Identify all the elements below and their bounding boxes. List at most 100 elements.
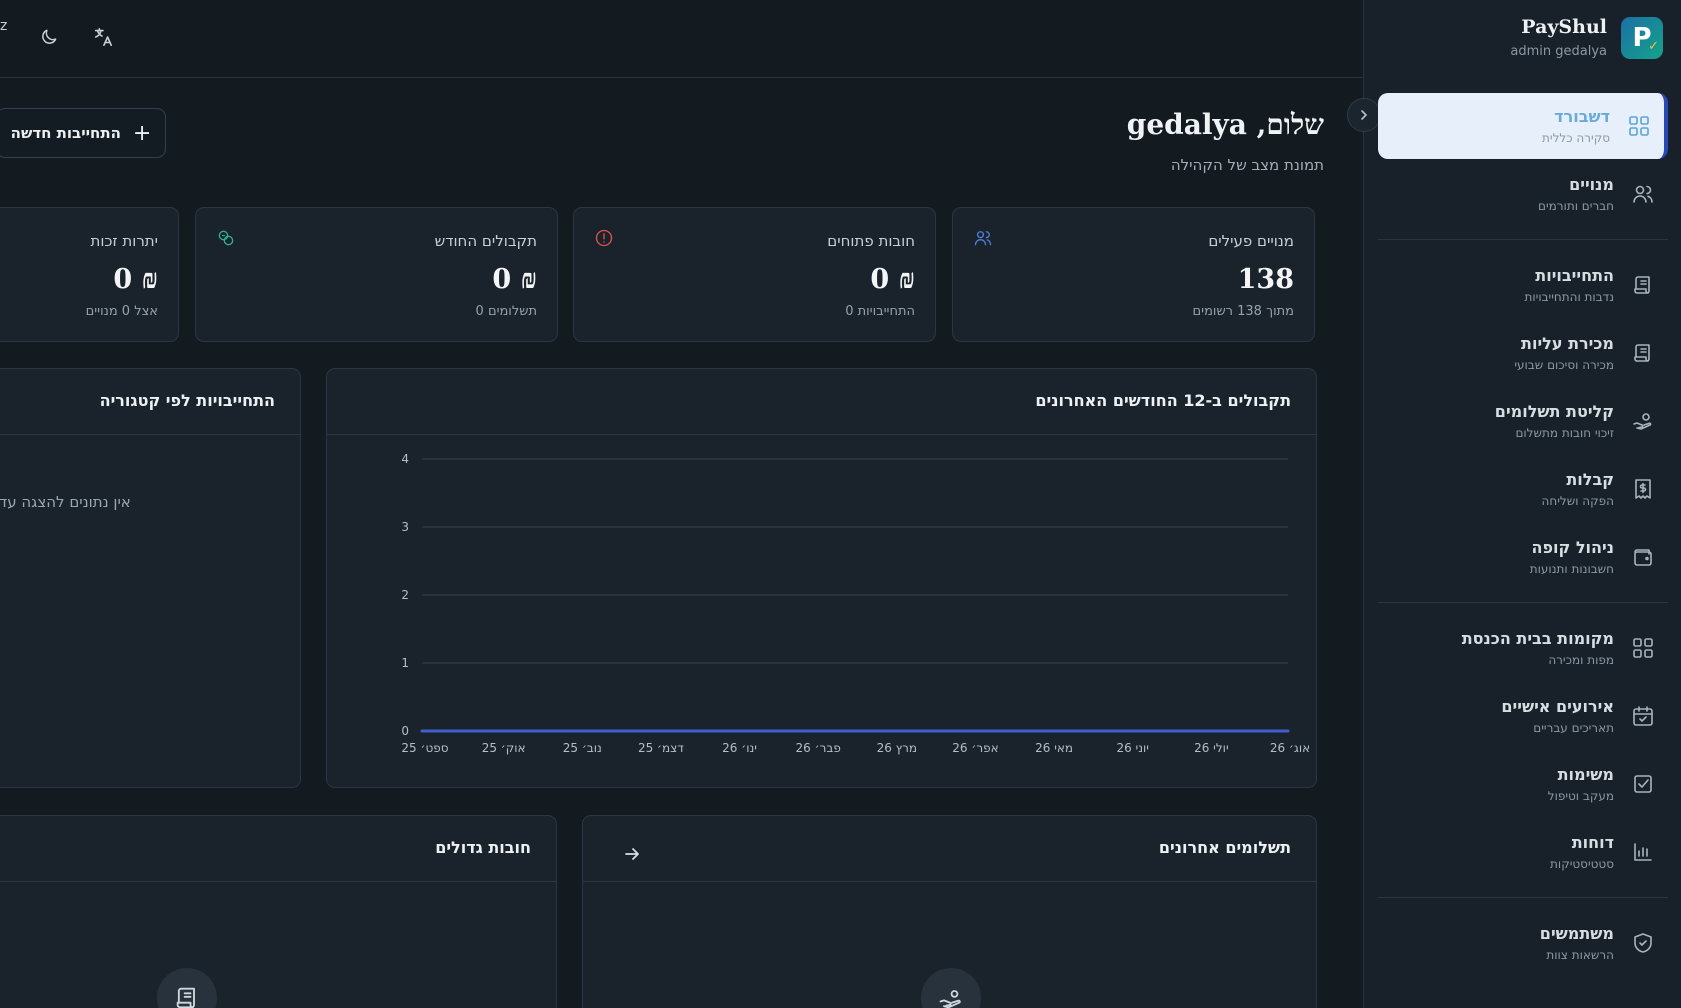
stat-icon <box>594 228 616 250</box>
sidebar-item-label: דוחות <box>1571 833 1614 852</box>
sidebar-item-sublabel: תאריכים עבריים <box>1533 721 1614 735</box>
series-point[interactable] <box>814 729 818 733</box>
stat-icon <box>973 228 995 250</box>
sidebar-item-8[interactable]: אירועים אישיים תאריכים עבריים <box>1378 683 1668 749</box>
moon-icon <box>42 29 57 44</box>
sidebar-item-sublabel: חברים ותורמים <box>1537 199 1614 213</box>
sidebar-divider <box>1378 239 1668 240</box>
stat-value: 0 ₪ <box>492 264 537 295</box>
seats-grid-icon <box>1633 638 1653 658</box>
sidebar: PayShul admin gedalya P ✓ דשבורד סקירה כל… <box>1347 0 1681 1008</box>
sidebar-item-label: מנויים <box>1569 175 1614 194</box>
series-point[interactable] <box>735 729 739 733</box>
bar-chart-icon <box>1634 843 1652 861</box>
receipts-line-chart: 0 1 2 3 4 ספט׳ 25 אוק׳ 25 נוב׳ 25 דצמ׳ 25 ינו׳ 26… <box>401 452 1310 755</box>
plus-icon: + <box>132 120 152 146</box>
stat-subtext: אצל 0 מנויים <box>85 304 158 319</box>
hand-coins-icon <box>939 990 961 1008</box>
series-point[interactable] <box>892 729 896 733</box>
series-point[interactable] <box>656 729 660 733</box>
scroll-icon <box>1634 344 1650 362</box>
sidebar-item-label: התחייבויות <box>1535 266 1614 285</box>
sidebar-item-4[interactable]: קליטת תשלומים זיכוי חובות מתשלום <box>1378 388 1668 454</box>
x-tick-label: פבר׳ 26 <box>796 741 841 755</box>
sidebar-item-icon <box>1630 771 1656 797</box>
users-icon <box>974 231 992 246</box>
new-pledge-label: התחייבות חדשה <box>10 124 121 142</box>
language-toggle[interactable] <box>90 24 116 50</box>
stat-card-1: חובות פתוחים 0 ₪ 0 התחייבויות <box>573 207 936 342</box>
sidebar-item-icon <box>1630 544 1656 570</box>
series-point[interactable] <box>420 729 424 733</box>
brand-user: admin gedalya <box>1510 44 1607 59</box>
series-point[interactable] <box>971 729 975 733</box>
alert-circle-icon <box>595 229 613 247</box>
sidebar-item-label: אירועים אישיים <box>1501 697 1614 716</box>
sidebar-item-9[interactable]: משימות מעקב וטיפול <box>1378 751 1668 817</box>
x-tick-label: ספט׳ 25 <box>401 741 448 755</box>
x-tick-label: אוג׳ 26 <box>1270 741 1310 755</box>
sidebar-item-2[interactable]: התחייבויות נדבות והתחייבויות <box>1378 252 1668 318</box>
sidebar-item-6[interactable]: ניהול קופה חשבונות ותנועות <box>1378 524 1668 590</box>
sidebar-item-0[interactable]: דשבורד סקירה כללית <box>1378 93 1668 159</box>
category-card: התחייבויות לפי קטגוריה אין נתונים להצגה … <box>0 368 301 788</box>
chevron-right-icon <box>1361 110 1368 120</box>
sidebar-item-10[interactable]: דוחות סטטיסטיקות <box>1378 819 1668 885</box>
sidebar-item-icon <box>1630 930 1656 956</box>
brand-name: PayShul <box>1521 16 1607 38</box>
sidebar-item-11[interactable]: משתמשים הרשאות צוות <box>1378 910 1668 976</box>
x-tick-label: מרץ 26 <box>877 741 918 755</box>
sidebar-item-sublabel: מעקב וטיפול <box>1547 789 1614 803</box>
stat-card-3: יתרות זכות 0 ₪ אצל 0 מנויים <box>0 207 179 342</box>
debts-title: חובות גדולים <box>435 838 531 857</box>
sidebar-item-icon <box>1630 839 1656 865</box>
series-point[interactable] <box>1286 729 1290 733</box>
sidebar-item-icon <box>1630 476 1656 502</box>
large-debts-card: חובות גדולים <box>0 815 557 1008</box>
series-point[interactable] <box>577 729 581 733</box>
y-tick-label: 2 <box>401 588 409 602</box>
calendar-icon <box>1633 706 1653 726</box>
sidebar-nav: דשבורד סקירה כללית מנויים חברים ותורמים התחי… <box>1378 93 1668 978</box>
series-point[interactable] <box>1050 729 1054 733</box>
page-subtitle: תמונת מצב של הקהילה <box>1170 156 1324 174</box>
dashboard-grid-icon <box>1629 116 1649 136</box>
sidebar-item-sublabel: חשבונות ותנועות <box>1529 562 1614 576</box>
series-point[interactable] <box>1129 729 1133 733</box>
sidebar-collapse-toggle[interactable] <box>1347 98 1381 132</box>
hand-coins-icon <box>1633 413 1652 430</box>
x-tick-label: דצמ׳ 25 <box>638 741 684 755</box>
sidebar-item-sublabel: סטטיסטיקות <box>1550 857 1614 871</box>
sidebar-item-5[interactable]: קבלות הפקה ושליחה <box>1378 456 1668 522</box>
stat-title: יתרות זכות <box>90 232 158 250</box>
sidebar-item-7[interactable]: מקומות בבית הכנסת מפות ומכירה <box>1378 615 1668 681</box>
stat-value: 0 ₪ <box>870 264 915 295</box>
brand[interactable]: PayShul admin gedalya P ✓ <box>1510 16 1663 59</box>
sidebar-item-icon <box>1630 340 1656 366</box>
stat-subtext: 0 תשלומים <box>475 304 537 319</box>
sidebar-item-sublabel: זיכוי חובות מתשלום <box>1515 426 1614 440</box>
new-pledge-button[interactable]: התחייבות חדשה + <box>0 108 166 158</box>
x-tick-label: ינו׳ 26 <box>722 741 757 755</box>
dark-mode-toggle[interactable] <box>36 24 62 50</box>
sidebar-item-icon <box>1630 703 1656 729</box>
stat-value: 138 <box>1237 264 1294 295</box>
receipt-icon <box>1635 479 1651 499</box>
scroll-icon <box>176 987 195 1008</box>
series-point[interactable] <box>499 729 503 733</box>
stat-subtext: 0 התחייבויות <box>845 304 915 319</box>
brand-logo: P ✓ <box>1621 16 1663 59</box>
sidebar-item-label: קליטת תשלומים <box>1494 402 1614 421</box>
sidebar-item-label: משימות <box>1557 765 1614 784</box>
sidebar-item-1[interactable]: מנויים חברים ותורמים <box>1378 161 1668 227</box>
recent-payments-card: תשלומים אחרונים <box>582 815 1317 1008</box>
stat-title: תקבולים החודש <box>434 232 537 250</box>
y-tick-label: 3 <box>401 520 409 534</box>
view-all-payments-button[interactable] <box>623 844 641 868</box>
sidebar-item-3[interactable]: מכירת עליות מכירה וסיכום שבועי <box>1378 320 1668 386</box>
stat-card-2: תקבולים החודש 0 ₪ 0 תשלומים <box>195 207 558 342</box>
series-point[interactable] <box>1207 729 1211 733</box>
empty-debts-illustration <box>157 968 217 1008</box>
page-title: שלום, gedalya <box>1126 108 1324 141</box>
y-tick-label: 0 <box>401 724 409 738</box>
